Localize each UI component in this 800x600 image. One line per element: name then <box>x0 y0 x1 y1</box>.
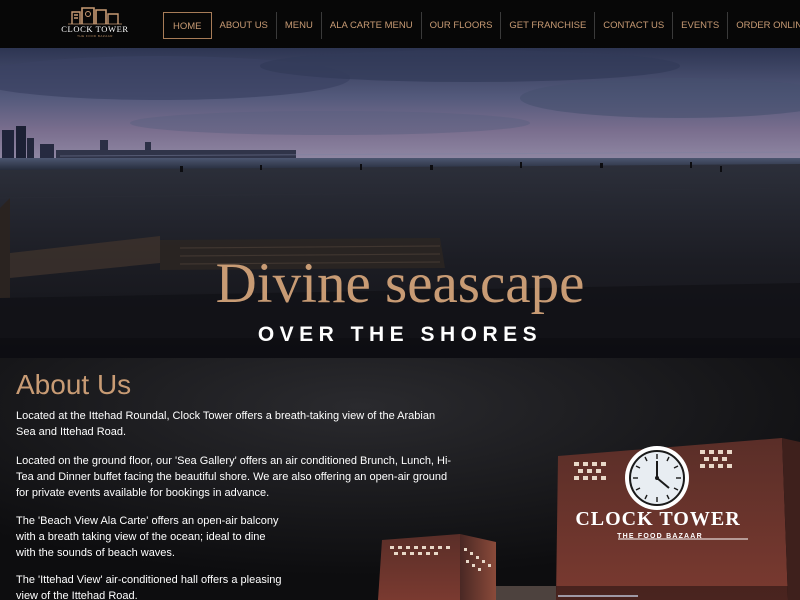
nav-item-home[interactable]: HOME <box>163 12 212 39</box>
building-sign-subtitle: THE FOOD BAZAAR <box>617 533 703 540</box>
about-paragraph-4: The 'Ittehad View' air-conditioned hall … <box>16 574 282 600</box>
clock-tower-building-image: CLOCK TOWER THE FOOD BAZAAR <box>378 436 800 600</box>
nav-item-contact-us[interactable]: CONTACT US <box>594 12 672 39</box>
nav-item-get-franchise[interactable]: GET FRANCHISE <box>500 12 594 39</box>
nav-item-order-online[interactable]: ORDER ONLINE <box>727 12 800 39</box>
tower-logo-icon <box>68 7 122 25</box>
brand-name: CLOCK TOWER <box>61 24 129 34</box>
top-navigation-bar: CLOCK TOWER THE FOOD BAZAAR HOME ABOUT U… <box>0 0 800 48</box>
main-menu: HOME ABOUT US MENU ALA CARTE MENU OUR FL… <box>163 12 800 39</box>
hero-banner: Divine seascape OVER THE SHORES <box>0 48 800 358</box>
about-section: About Us Located at the Ittehad Roundal,… <box>0 358 800 600</box>
nav-item-menu[interactable]: MENU <box>275 12 321 39</box>
hero-subtitle: OVER THE SHORES <box>257 323 543 346</box>
about-us-heading: About Us <box>16 369 132 400</box>
nav-item-our-floors[interactable]: OUR FLOORS <box>420 12 501 39</box>
nav-item-events[interactable]: EVENTS <box>672 12 727 39</box>
nav-item-ala-carte-menu[interactable]: ALA CARTE MENU <box>320 12 421 39</box>
clock-tower-logo[interactable]: CLOCK TOWER THE FOOD BAZAAR <box>60 6 130 42</box>
hero-title: Divine seascape <box>215 252 585 315</box>
brand-tagline: THE FOOD BAZAAR <box>77 34 113 38</box>
nav-item-about-us[interactable]: ABOUT US <box>212 12 276 39</box>
building-sign-title: CLOCK TOWER <box>575 508 741 530</box>
about-paragraph-3: The 'Beach View Ala Carte' offers an ope… <box>16 515 279 559</box>
